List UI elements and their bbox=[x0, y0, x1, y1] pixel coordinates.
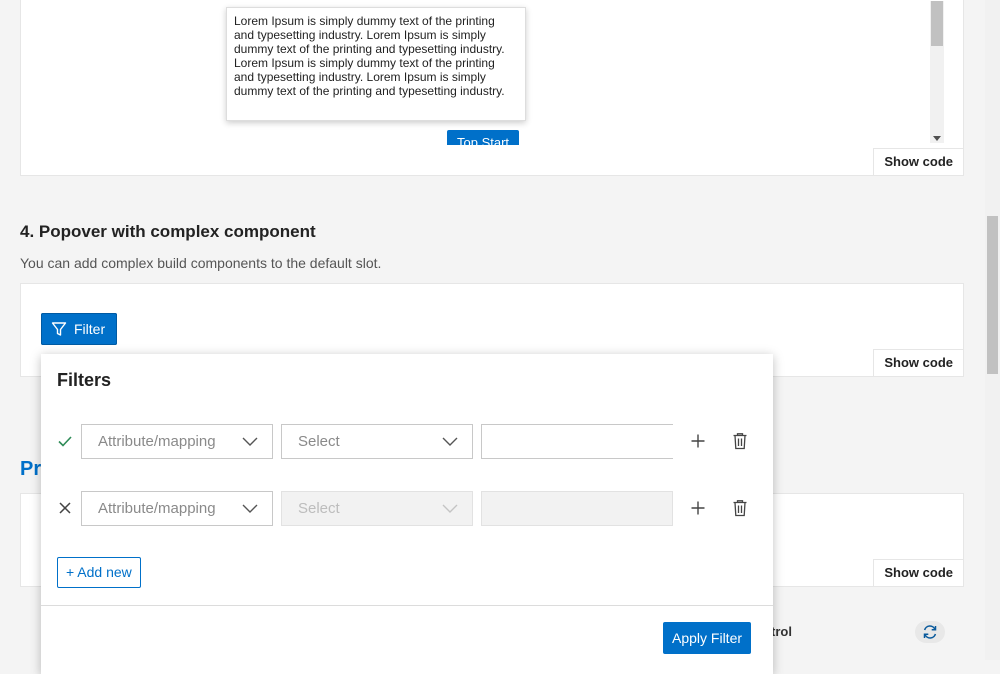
operator-dropdown-disabled: Select bbox=[281, 491, 473, 526]
add-new-button[interactable]: + Add new bbox=[57, 557, 141, 588]
close-icon bbox=[59, 502, 71, 514]
page-scrollbar[interactable] bbox=[985, 0, 1000, 660]
demo-scrollbar[interactable] bbox=[930, 1, 944, 143]
chevron-down-icon bbox=[242, 504, 258, 513]
add-row-icon[interactable] bbox=[688, 498, 708, 518]
operator-placeholder: Select bbox=[298, 500, 340, 517]
control-label: trol bbox=[771, 624, 792, 639]
chevron-down-icon bbox=[442, 437, 458, 446]
page-scrollbar-thumb[interactable] bbox=[987, 216, 998, 374]
section-heading: 4. Popover with complex component bbox=[20, 222, 316, 241]
demo-scroll-area: Lorem Ipsum is simply dummy text of the … bbox=[21, 0, 943, 145]
attribute-placeholder: Attribute/mapping bbox=[98, 433, 216, 450]
check-icon bbox=[58, 436, 72, 447]
trash-icon[interactable] bbox=[730, 498, 750, 518]
operator-dropdown[interactable]: Select bbox=[281, 424, 473, 459]
refresh-icon bbox=[923, 625, 937, 639]
popover-title: Filters bbox=[57, 370, 112, 390]
show-code-button[interactable]: Show code bbox=[873, 559, 963, 586]
chevron-down-icon bbox=[242, 437, 258, 446]
scrollbar-thumb[interactable] bbox=[931, 1, 943, 46]
value-input[interactable] bbox=[481, 424, 673, 459]
show-code-button[interactable]: Show code bbox=[873, 148, 963, 175]
filters-popover: Filters Attribute/mapping Select Attribu… bbox=[41, 354, 773, 674]
attribute-dropdown[interactable]: Attribute/mapping bbox=[81, 424, 273, 459]
filter-icon bbox=[51, 322, 67, 336]
filter-button[interactable]: Filter bbox=[41, 313, 117, 345]
attribute-dropdown[interactable]: Attribute/mapping bbox=[81, 491, 273, 526]
demo-card-placement: Lorem Ipsum is simply dummy text of the … bbox=[20, 0, 964, 176]
refresh-button[interactable] bbox=[915, 621, 945, 643]
attribute-placeholder: Attribute/mapping bbox=[98, 500, 216, 517]
section-description: You can add complex build components to … bbox=[20, 255, 382, 271]
trash-icon[interactable] bbox=[730, 431, 750, 451]
top-start-button[interactable]: Top Start bbox=[447, 130, 520, 145]
divider bbox=[41, 605, 773, 606]
add-row-icon[interactable] bbox=[688, 431, 708, 451]
scroll-down-arrow-icon[interactable] bbox=[933, 136, 941, 141]
chevron-down-icon bbox=[442, 504, 458, 513]
value-input-disabled bbox=[481, 491, 673, 526]
operator-placeholder: Select bbox=[298, 433, 340, 450]
show-code-button[interactable]: Show code bbox=[873, 349, 963, 376]
apply-filter-button[interactable]: Apply Filter bbox=[663, 622, 752, 654]
filter-button-label: Filter bbox=[74, 321, 106, 337]
text-popover: Lorem Ipsum is simply dummy text of the … bbox=[226, 7, 526, 121]
